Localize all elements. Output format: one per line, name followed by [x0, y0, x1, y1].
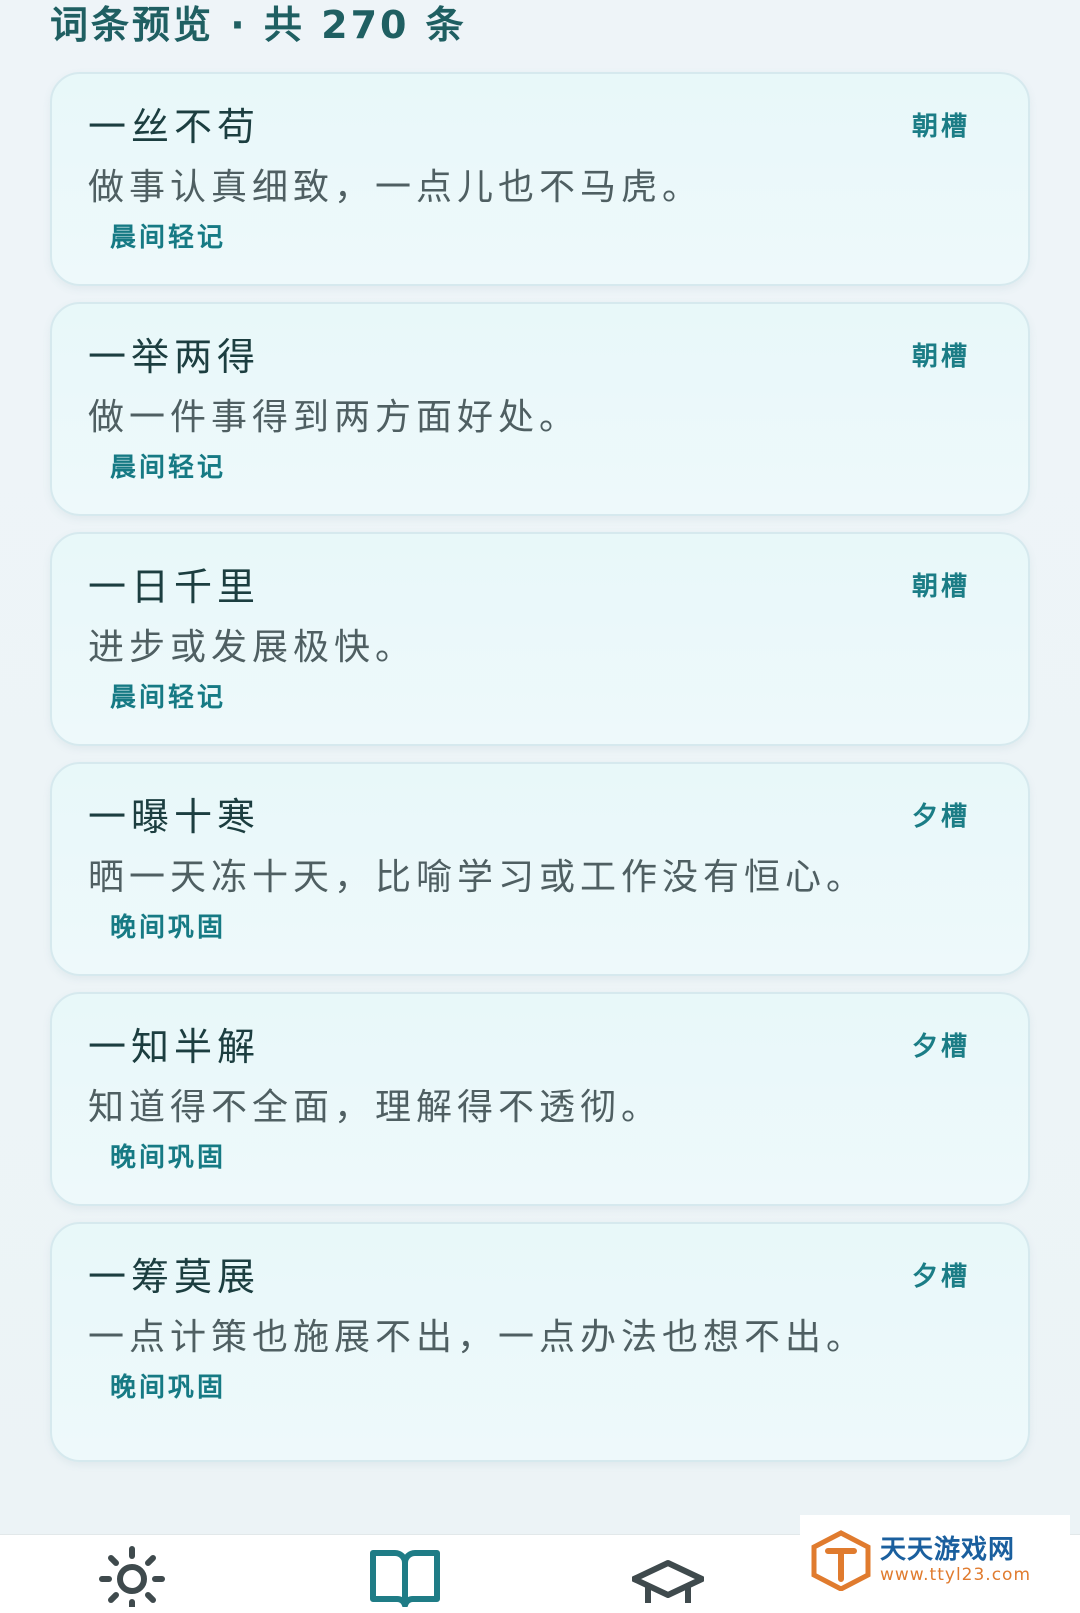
- entry-meaning: 一点计策也施展不出，一点办法也想不出。: [88, 1317, 868, 1358]
- book-icon: [370, 1550, 440, 1607]
- entry-slot-badge: 朝槽: [911, 112, 970, 142]
- entry-card[interactable]: 一日千里 朝槽 进步或发展极快。 晨间轻记: [50, 532, 1030, 746]
- site-logo-icon: [811, 1530, 871, 1591]
- page-title: 词条预览 · 共 270 条: [50, 3, 467, 47]
- entry-term: 一知半解: [88, 1025, 261, 1069]
- entry-list: 一丝不苟 朝槽 做事认真细致，一点儿也不马虎。 晨间轻记 一举两得 朝槽 做一件…: [50, 72, 1030, 1478]
- entry-term: 一日千里: [88, 565, 261, 609]
- entry-meaning: 做事认真细致，一点儿也不马虎。: [88, 167, 704, 208]
- entry-slot-badge: 夕槽: [911, 1032, 970, 1062]
- entry-slot-badge: 夕槽: [911, 802, 970, 832]
- tab-words[interactable]: [365, 1541, 445, 1611]
- entry-session-tag: 晚间巩固: [110, 1373, 227, 1403]
- entry-slot-badge: 朝槽: [911, 572, 970, 602]
- graduation-cap-icon: [632, 1560, 704, 1603]
- entry-card[interactable]: 一曝十寒 夕槽 晒一天冻十天，比喻学习或工作没有恒心。 晚间巩固: [50, 762, 1030, 976]
- entry-card[interactable]: 一丝不苟 朝槽 做事认真细致，一点儿也不马虎。 晨间轻记: [50, 72, 1030, 286]
- tab-study[interactable]: [628, 1541, 708, 1611]
- tab-morning[interactable]: [92, 1541, 172, 1611]
- entry-session-tag: 晨间轻记: [110, 683, 227, 713]
- entry-term: 一举两得: [88, 335, 261, 379]
- entry-slot-badge: 朝槽: [911, 342, 970, 372]
- entry-term: 一曝十寒: [88, 795, 261, 839]
- watermark-url: www.ttyl23.com: [880, 1565, 1032, 1585]
- entry-session-tag: 晨间轻记: [110, 453, 227, 483]
- entry-term: 一丝不苟: [88, 105, 261, 149]
- entry-card[interactable]: 一知半解 夕槽 知道得不全面，理解得不透彻。 晚间巩固: [50, 992, 1030, 1206]
- entry-slot-badge: 夕槽: [911, 1262, 970, 1292]
- entry-session-tag: 晚间巩固: [110, 1143, 227, 1173]
- entry-session-tag: 晚间巩固: [110, 913, 227, 943]
- site-watermark: 天天游戏网 www.ttyl23.com: [800, 1515, 1070, 1605]
- entry-meaning: 进步或发展极快。: [88, 627, 417, 668]
- entry-meaning: 知道得不全面，理解得不透彻。: [88, 1087, 663, 1128]
- sun-icon: [99, 1546, 165, 1607]
- watermark-name: 天天游戏网: [880, 1535, 1016, 1565]
- entry-card[interactable]: 一举两得 朝槽 做一件事得到两方面好处。 晨间轻记: [50, 302, 1030, 516]
- entry-session-tag: 晨间轻记: [110, 223, 227, 253]
- entry-term: 一筹莫展: [88, 1255, 261, 1299]
- entry-card[interactable]: 一筹莫展 夕槽 一点计策也施展不出，一点办法也想不出。 晚间巩固: [50, 1222, 1030, 1462]
- entry-meaning: 做一件事得到两方面好处。: [88, 397, 581, 438]
- entry-meaning: 晒一天冻十天，比喻学习或工作没有恒心。: [88, 857, 868, 898]
